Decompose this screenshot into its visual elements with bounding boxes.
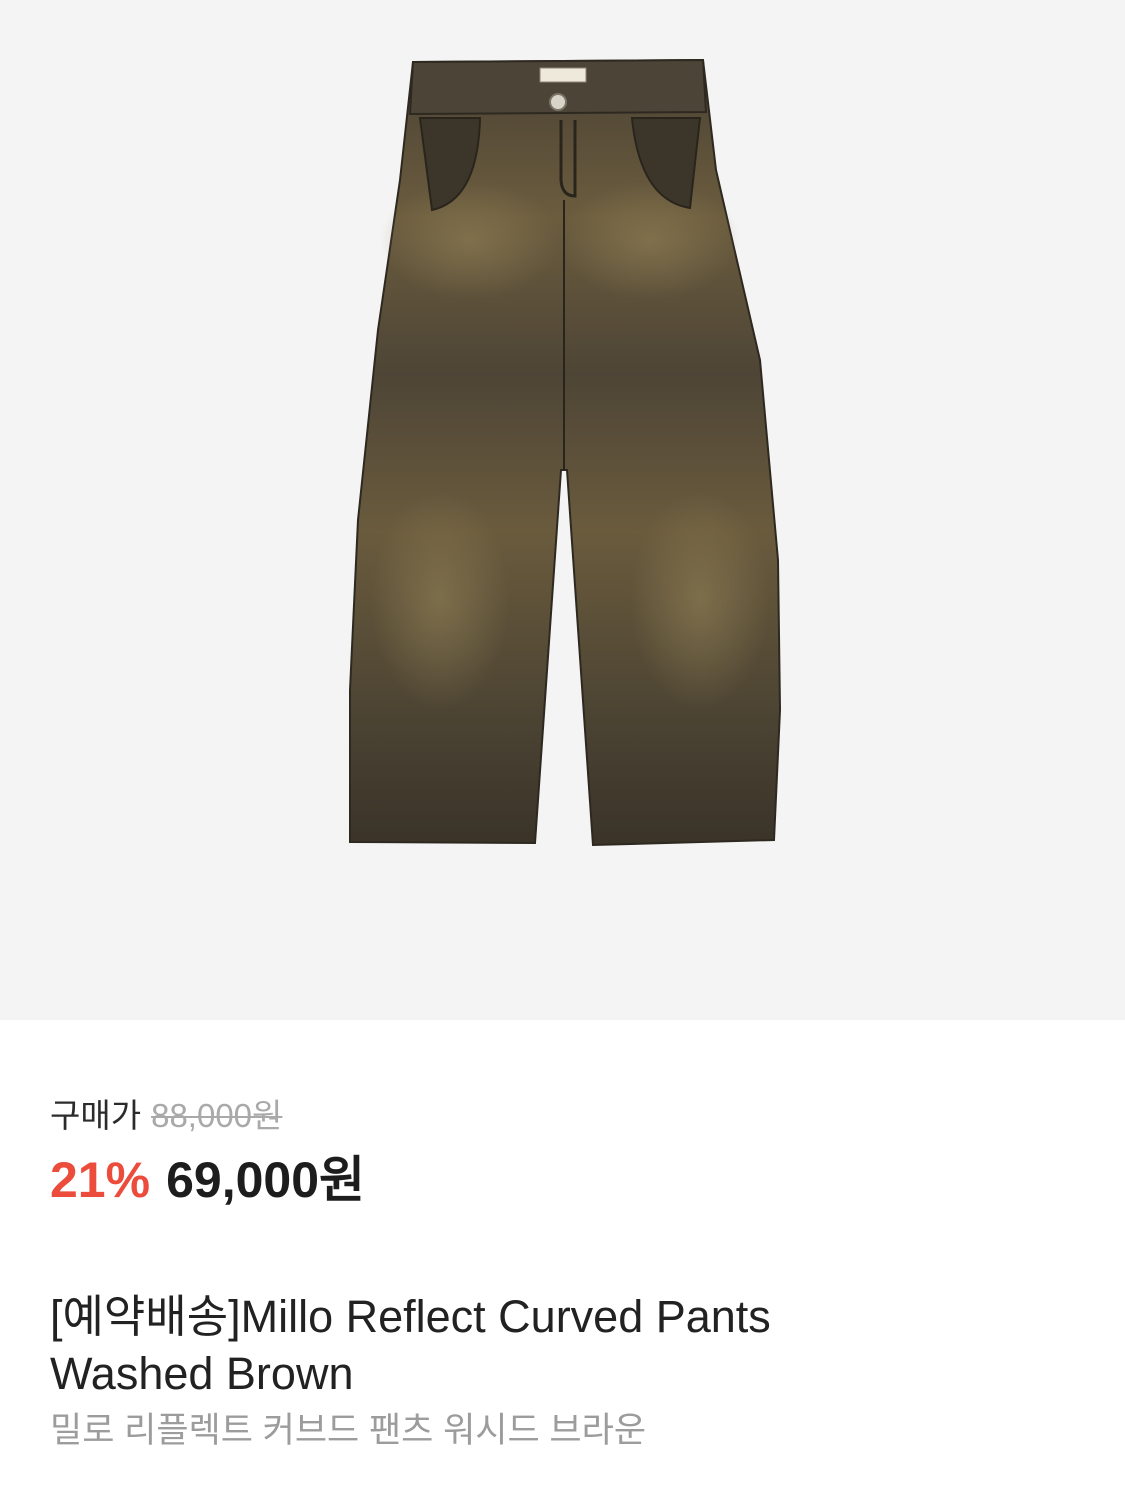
product-detail-page: 구매가 88,000원 21% 69,000원 [예약배송]Millo Refl… [0,0,1125,1500]
sale-price-row: 21% 69,000원 [50,1150,365,1210]
discount-rate: 21% [50,1152,151,1208]
original-price: 88,000원 [151,1097,283,1134]
product-subtitle: 밀로 리플렉트 커브드 팬츠 워시드 브라운 [50,1411,647,1450]
product-image[interactable] [0,0,1125,1020]
product-title-line2: Washed Brown [50,1348,354,1399]
product-title-line1: [예약배송]Millo Reflect Curved Pants [50,1291,771,1342]
sale-price: 69,000원 [166,1152,366,1208]
price-row: 구매가 88,000원 [50,1096,282,1136]
product-title: [예약배송]Millo Reflect Curved Pants Washed … [50,1288,1075,1402]
price-label: 구매가 [50,1097,142,1134]
pants-illustration [349,58,782,847]
waist-tag [539,67,587,83]
